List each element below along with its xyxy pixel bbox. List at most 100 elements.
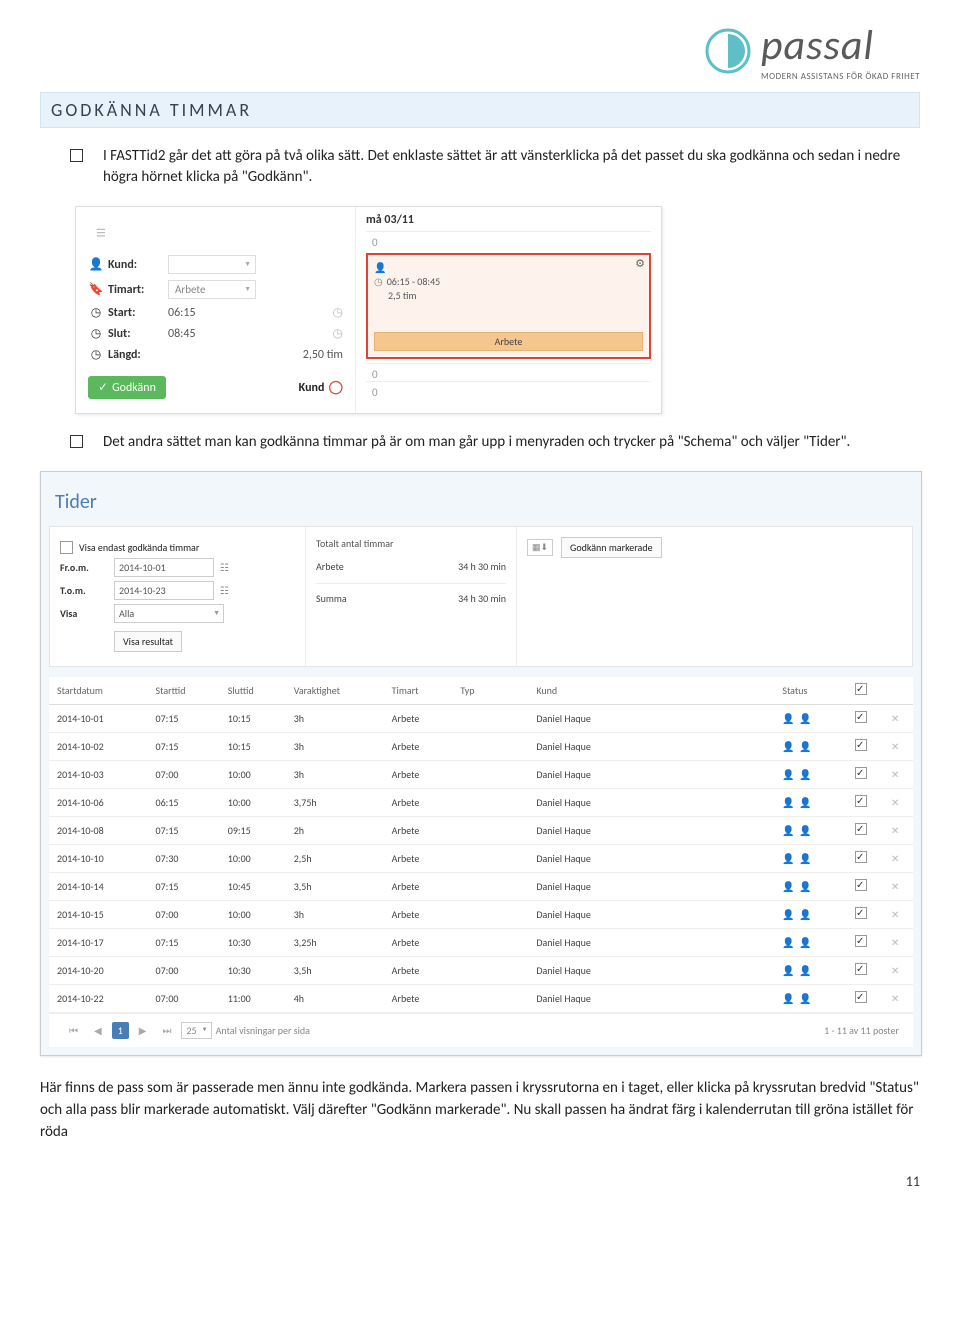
row-checkbox[interactable]	[855, 963, 867, 975]
cell-sluttid: 09:15	[220, 817, 286, 845]
row-delete-icon[interactable]: ✕	[883, 705, 913, 733]
row-zero: 0	[366, 231, 651, 249]
cell-startdatum: 2014-10-10	[49, 845, 148, 873]
cell-varaktighet: 3,75h	[286, 789, 384, 817]
slut-value[interactable]: 08:45	[168, 327, 196, 341]
calendar-icon[interactable]: ☷	[220, 561, 229, 574]
cell-varaktighet: 3h	[286, 705, 384, 733]
row-checkbox[interactable]	[855, 739, 867, 751]
cell-typ	[452, 985, 528, 1013]
row-checkbox[interactable]	[855, 935, 867, 947]
cell-sluttid: 10:30	[220, 957, 286, 985]
row-zero: 0	[366, 381, 651, 399]
table-row[interactable]: 2014-10-0207:1510:153hArbeteDaniel Haque…	[49, 733, 913, 761]
th-sluttid[interactable]: Sluttid	[220, 677, 286, 705]
clock-picker-icon[interactable]: ◷	[333, 305, 343, 320]
cell-kund: Daniel Haque	[528, 705, 774, 733]
th-startdatum[interactable]: Startdatum	[49, 677, 148, 705]
start-label: Start:	[108, 306, 168, 320]
check-icon: ✓	[98, 380, 108, 395]
row-delete-icon[interactable]: ✕	[883, 957, 913, 985]
row-delete-icon[interactable]: ✕	[883, 733, 913, 761]
row-checkbox[interactable]	[855, 823, 867, 835]
th-varaktighet[interactable]: Varaktighet	[286, 677, 384, 705]
status-icons: 👤 👤	[782, 852, 812, 865]
table-row[interactable]: 2014-10-0807:1509:152hArbeteDaniel Haque…	[49, 817, 913, 845]
cell-typ	[452, 817, 528, 845]
row-checkbox[interactable]	[855, 795, 867, 807]
show-select[interactable]: Alla	[114, 604, 224, 623]
table-row[interactable]: 2014-10-1507:0010:003hArbeteDaniel Haque…	[49, 901, 913, 929]
table-row[interactable]: 2014-10-1007:3010:002,5hArbeteDaniel Haq…	[49, 845, 913, 873]
row-checkbox[interactable]	[855, 767, 867, 779]
row-delete-icon[interactable]: ✕	[883, 817, 913, 845]
kund-label: Kund:	[108, 258, 168, 272]
screenshot-detail-panel: ≡ 👤 Kund: 🔖 Timart: Arbete ◷ Start: 06:1…	[75, 206, 662, 414]
tider-table: Startdatum Starttid Sluttid Varaktighet …	[49, 677, 913, 1013]
slut-label: Slut:	[108, 327, 168, 341]
table-row[interactable]: 2014-10-0307:0010:003hArbeteDaniel Haque…	[49, 761, 913, 789]
cell-sluttid: 10:00	[220, 901, 286, 929]
kund-dropdown[interactable]	[168, 255, 256, 274]
row-checkbox[interactable]	[855, 711, 867, 723]
row-delete-icon[interactable]: ✕	[883, 845, 913, 873]
table-row[interactable]: 2014-10-0606:1510:003,75hArbeteDaniel Ha…	[49, 789, 913, 817]
table-row[interactable]: 2014-10-1707:1510:303,25hArbeteDaniel Ha…	[49, 929, 913, 957]
cell-kund: Daniel Haque	[528, 733, 774, 761]
pager-current[interactable]: 1	[112, 1022, 129, 1039]
row-delete-icon[interactable]: ✕	[883, 929, 913, 957]
row-checkbox[interactable]	[855, 907, 867, 919]
row-checkbox[interactable]	[855, 851, 867, 863]
card-time: 06:15 - 08:45	[387, 275, 440, 288]
th-typ[interactable]: Typ	[452, 677, 528, 705]
cell-typ	[452, 789, 528, 817]
row-checkbox[interactable]	[855, 879, 867, 891]
row-checkbox[interactable]	[855, 991, 867, 1003]
th-timart[interactable]: Timart	[384, 677, 453, 705]
logo-text: passal	[761, 20, 920, 71]
th-starttid[interactable]: Starttid	[148, 677, 220, 705]
table-row[interactable]: 2014-10-1407:1510:453,5hArbeteDaniel Haq…	[49, 873, 913, 901]
row-delete-icon[interactable]: ✕	[883, 985, 913, 1013]
shift-card[interactable]: ⚙ 👤 ◷06:15 - 08:45 2,5 tim Arbete	[366, 253, 651, 359]
cell-starttid: 07:15	[148, 817, 220, 845]
hamburger-icon[interactable]: ≡	[88, 217, 343, 249]
pager-last-icon[interactable]: ⏭	[156, 1022, 177, 1039]
langd-label: Längd:	[108, 348, 168, 362]
export-icon[interactable]: ▦⬇	[527, 539, 553, 556]
th-kund[interactable]: Kund	[528, 677, 774, 705]
per-page-select[interactable]: 25	[181, 1022, 211, 1039]
cell-varaktighet: 3,25h	[286, 929, 384, 957]
timart-dropdown[interactable]: Arbete	[168, 280, 256, 299]
cell-sluttid: 10:45	[220, 873, 286, 901]
row-delete-icon[interactable]: ✕	[883, 901, 913, 929]
approve-button[interactable]: ✓ Godkänn	[88, 376, 166, 399]
only-approved-label: Visa endast godkända timmar	[79, 541, 199, 554]
pager-prev-icon[interactable]: ◀	[88, 1022, 108, 1039]
pager-next-icon[interactable]: ▶	[133, 1022, 153, 1039]
only-approved-checkbox[interactable]	[60, 541, 73, 554]
clock-picker-icon[interactable]: ◷	[333, 326, 343, 341]
total-sum-value: 34 h 30 min	[458, 592, 506, 605]
calendar-icon[interactable]: ☷	[220, 584, 229, 597]
kund-status-icon[interactable]: ◯	[328, 380, 343, 395]
row-delete-icon[interactable]: ✕	[883, 761, 913, 789]
gear-icon[interactable]: ⚙	[635, 257, 645, 270]
table-row[interactable]: 2014-10-2207:0011:004hArbeteDaniel Haque…	[49, 985, 913, 1013]
table-row[interactable]: 2014-10-2007:0010:303,5hArbeteDaniel Haq…	[49, 957, 913, 985]
row-delete-icon[interactable]: ✕	[883, 873, 913, 901]
person-icon: 👤	[88, 257, 104, 272]
start-value[interactable]: 06:15	[168, 306, 196, 320]
select-all-checkbox[interactable]	[855, 683, 867, 695]
pager-first-icon[interactable]: ⏮	[63, 1022, 84, 1039]
timart-label: Timart:	[108, 283, 168, 297]
from-date-input[interactable]: 2014-10-01	[114, 558, 214, 577]
row-delete-icon[interactable]: ✕	[883, 789, 913, 817]
table-row[interactable]: 2014-10-0107:1510:153hArbeteDaniel Haque…	[49, 705, 913, 733]
th-status[interactable]: Status	[774, 677, 847, 705]
kund-button-label: Kund	[299, 381, 325, 395]
cell-varaktighet: 2,5h	[286, 845, 384, 873]
approve-marked-button[interactable]: Godkänn markerade	[561, 537, 662, 558]
show-results-button[interactable]: Visa resultat	[114, 631, 182, 652]
to-date-input[interactable]: 2014-10-23	[114, 581, 214, 600]
